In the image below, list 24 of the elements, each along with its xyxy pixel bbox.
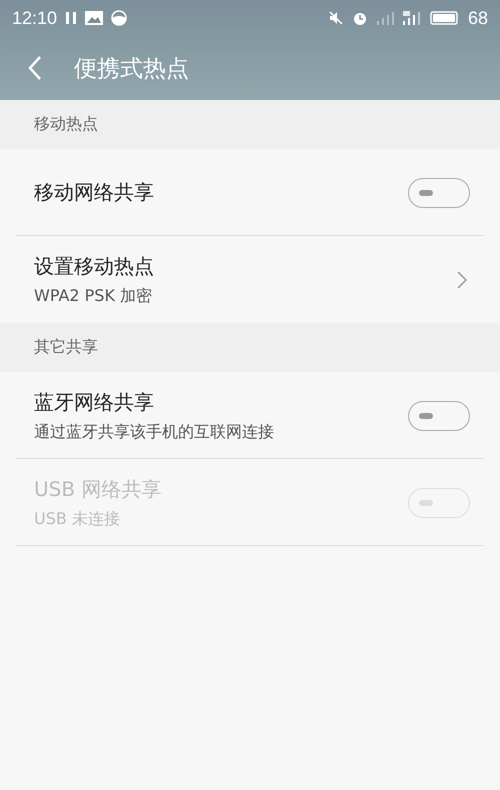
row-label: 蓝牙网络共享 [34, 388, 155, 416]
row-subtitle: 通过蓝牙共享该手机的互联网连接 [34, 422, 275, 442]
section-header: 移动热点 [0, 100, 500, 149]
row-label: 设置移动热点 [34, 252, 155, 280]
row-label: 移动网络共享 [34, 179, 155, 206]
row-subtitle: USB 未连接 [34, 508, 121, 530]
alarm-icon [352, 10, 368, 26]
row-label: USB 网络共享 [34, 476, 162, 502]
circle-icon [111, 10, 128, 26]
image-icon [85, 11, 104, 25]
battery-percent: 68 [468, 8, 488, 28]
signal-icon [376, 10, 394, 26]
toggle-switch[interactable] [408, 400, 470, 430]
section-header: 其它共享 [0, 323, 500, 372]
page-title: 便携式热点 [74, 54, 189, 84]
mute-icon [328, 10, 344, 26]
battery-icon [430, 10, 460, 26]
chevron-icon [456, 270, 468, 290]
signal-icon [402, 10, 422, 26]
status-time: 12:10 [12, 8, 58, 28]
toggle-switch[interactable] [408, 178, 470, 208]
row-subtitle: WPA2 PSK 加密 [34, 286, 154, 306]
back-icon[interactable] [26, 55, 44, 81]
pause-icon [65, 11, 78, 25]
